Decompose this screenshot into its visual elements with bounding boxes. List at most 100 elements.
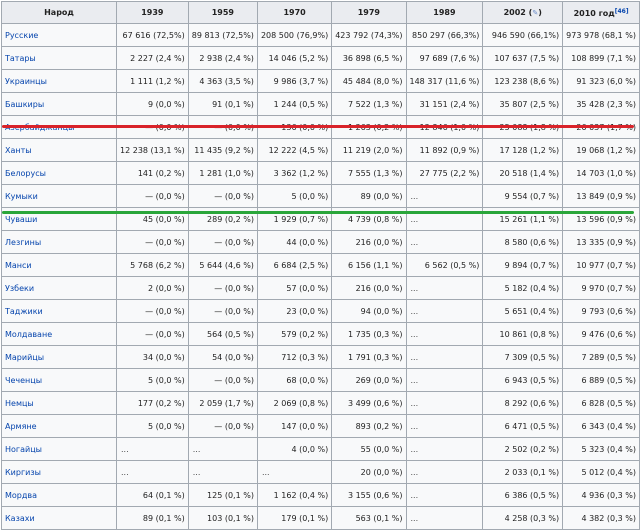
- value-cell-1970: 208 500 (76,9%): [256, 23, 333, 47]
- value-cell-1989: 148 317 (11,6 %): [405, 69, 484, 93]
- header-2002[interactable]: 2002 (✎): [482, 1, 564, 24]
- nation-link[interactable]: Чуваши: [5, 215, 37, 224]
- value-cell-1989: ...: [405, 437, 484, 461]
- value-cell-2002: 7 309 (0,5 %): [482, 345, 564, 369]
- nation-link[interactable]: Башкиры: [5, 100, 44, 109]
- nation-link[interactable]: Татары: [5, 54, 36, 63]
- nation-link[interactable]: Русские: [5, 31, 38, 40]
- value-cell-1989: ...: [405, 230, 484, 254]
- value-cell-1989: 31 151 (2,4 %): [405, 92, 484, 116]
- value-cell-1959: 2 938 (2,4 %): [187, 46, 258, 70]
- header-2002-label: 2002 (: [503, 8, 533, 17]
- nation-cell: Узбеки: [1, 276, 117, 300]
- header-1939[interactable]: 1939: [116, 1, 189, 24]
- value-cell-1979: 3 499 (0,6 %): [331, 391, 407, 415]
- value-cell-2010: 108 899 (7,1 %): [562, 46, 640, 70]
- reference-link[interactable]: [46]: [615, 8, 629, 15]
- value-cell-2002: 2 502 (0,2 %): [482, 437, 564, 461]
- table-row: Лезгины — (0,0 %) — (0,0 %) 44 (0,0 %) 216 (…: [1, 230, 640, 254]
- nation-link[interactable]: Манси: [5, 261, 32, 270]
- nation-link[interactable]: Украинцы: [5, 77, 47, 86]
- value-cell-1939: ...: [116, 460, 189, 484]
- value-cell-1979: 1 791 (0,3 %): [331, 345, 407, 369]
- value-cell-1979: 45 484 (8,0 %): [331, 69, 407, 93]
- value-cell-1970: ...: [256, 460, 333, 484]
- value-cell-1939: ...: [116, 437, 189, 461]
- nation-cell: Киргизы: [1, 460, 117, 484]
- value-cell-1959: 1 281 (1,0 %): [187, 161, 258, 185]
- header-1979[interactable]: 1979: [331, 1, 407, 24]
- value-cell-2010: 13 335 (0,9 %): [562, 230, 640, 254]
- value-cell-2002: 8 292 (0,6 %): [482, 391, 564, 415]
- value-cell-1979: 94 (0,0 %): [331, 299, 407, 323]
- value-cell-1970: 14 046 (5,2 %): [256, 46, 333, 70]
- nation-link[interactable]: Узбеки: [5, 284, 34, 293]
- nation-link[interactable]: Кумыки: [5, 192, 38, 201]
- value-cell-1959: 564 (0,5 %): [187, 322, 258, 346]
- value-cell-2002: 20 518 (1,4 %): [482, 161, 564, 185]
- value-cell-1959: 4 363 (3,5 %): [187, 69, 258, 93]
- value-cell-1970: 1 162 (0,4 %): [256, 483, 333, 507]
- nation-link[interactable]: Лезгины: [5, 238, 41, 247]
- nation-link[interactable]: Немцы: [5, 399, 34, 408]
- value-cell-1970: 179 (0,1 %): [256, 506, 333, 530]
- value-cell-1989: ...: [405, 276, 484, 300]
- value-cell-1939: 5 (0,0 %): [116, 368, 189, 392]
- value-cell-1939: 141 (0,2 %): [116, 161, 189, 185]
- value-cell-2002: 107 637 (7,5 %): [482, 46, 564, 70]
- nation-link[interactable]: Мордва: [5, 491, 37, 500]
- value-cell-2002: 4 258 (0,3 %): [482, 506, 564, 530]
- value-cell-2010: 6 889 (0,5 %): [562, 368, 640, 392]
- table-body: Русские 67 616 (72,5%) 89 813 (72,5%) 208 5…: [1, 23, 640, 530]
- value-cell-2010: 10 977 (0,7 %): [562, 253, 640, 277]
- value-cell-1959: — (0,0 %): [187, 184, 258, 208]
- value-cell-1939: 2 227 (2,4 %): [116, 46, 189, 70]
- value-cell-1959: 91 (0,1 %): [187, 92, 258, 116]
- red-highlight-line: [2, 125, 634, 128]
- table-row: Таджики — (0,0 %) — (0,0 %) 23 (0,0 %) 94 (0…: [1, 299, 640, 323]
- nation-link[interactable]: Молдаване: [5, 330, 52, 339]
- header-nation[interactable]: Народ: [1, 1, 117, 24]
- value-cell-1979: 423 792 (74,3%): [331, 23, 407, 47]
- nation-link[interactable]: Белорусы: [5, 169, 46, 178]
- value-cell-1939: 5 (0,0 %): [116, 414, 189, 438]
- value-cell-1989: ...: [405, 345, 484, 369]
- value-cell-1959: 11 435 (9,2 %): [187, 138, 258, 162]
- value-cell-1970: 12 222 (4,5 %): [256, 138, 333, 162]
- value-cell-1979: 7 522 (1,3 %): [331, 92, 407, 116]
- header-1959[interactable]: 1959: [187, 1, 258, 24]
- value-cell-1979: 893 (0,2 %): [331, 414, 407, 438]
- value-cell-1989: ...: [405, 184, 484, 208]
- value-cell-1939: 2 (0,0 %): [116, 276, 189, 300]
- value-cell-1939: 5 768 (6,2 %): [116, 253, 189, 277]
- nation-link[interactable]: Ногайцы: [5, 445, 42, 454]
- value-cell-1979: 6 156 (1,1 %): [331, 253, 407, 277]
- value-cell-1979: 1 735 (0,3 %): [331, 322, 407, 346]
- nation-link[interactable]: Таджики: [5, 307, 43, 316]
- header-2010[interactable]: 2010 год[46]: [562, 1, 640, 24]
- table-row: Армяне 5 (0,0 %) — (0,0 %) 147 (0,0 %) 893 (…: [1, 414, 640, 438]
- nation-link[interactable]: Чеченцы: [5, 376, 42, 385]
- value-cell-1939: 9 (0,0 %): [116, 92, 189, 116]
- value-cell-2002: 9 554 (0,7 %): [482, 184, 564, 208]
- header-1989[interactable]: 1989: [405, 1, 484, 24]
- nation-link[interactable]: Киргизы: [5, 468, 41, 477]
- nation-cell: Башкиры: [1, 92, 117, 116]
- value-cell-1959: 2 059 (1,7 %): [187, 391, 258, 415]
- value-cell-2002: 6 386 (0,5 %): [482, 483, 564, 507]
- nation-link[interactable]: Ханты: [5, 146, 32, 155]
- value-cell-2010: 14 703 (1,0 %): [562, 161, 640, 185]
- value-cell-1939: 1 111 (1,2 %): [116, 69, 189, 93]
- header-1970[interactable]: 1970: [256, 1, 333, 24]
- nation-link[interactable]: Армяне: [5, 422, 37, 431]
- nation-cell: Татары: [1, 46, 117, 70]
- value-cell-1989: ...: [405, 368, 484, 392]
- green-highlight-line: [2, 211, 634, 214]
- value-cell-1989: ...: [405, 506, 484, 530]
- value-cell-1989: 97 689 (7,6 %): [405, 46, 484, 70]
- nation-link[interactable]: Казахи: [5, 514, 35, 523]
- value-cell-1959: — (0,0 %): [187, 276, 258, 300]
- nation-link[interactable]: Марийцы: [5, 353, 44, 362]
- value-cell-1979: 55 (0,0 %): [331, 437, 407, 461]
- value-cell-1939: 67 616 (72,5%): [116, 23, 189, 47]
